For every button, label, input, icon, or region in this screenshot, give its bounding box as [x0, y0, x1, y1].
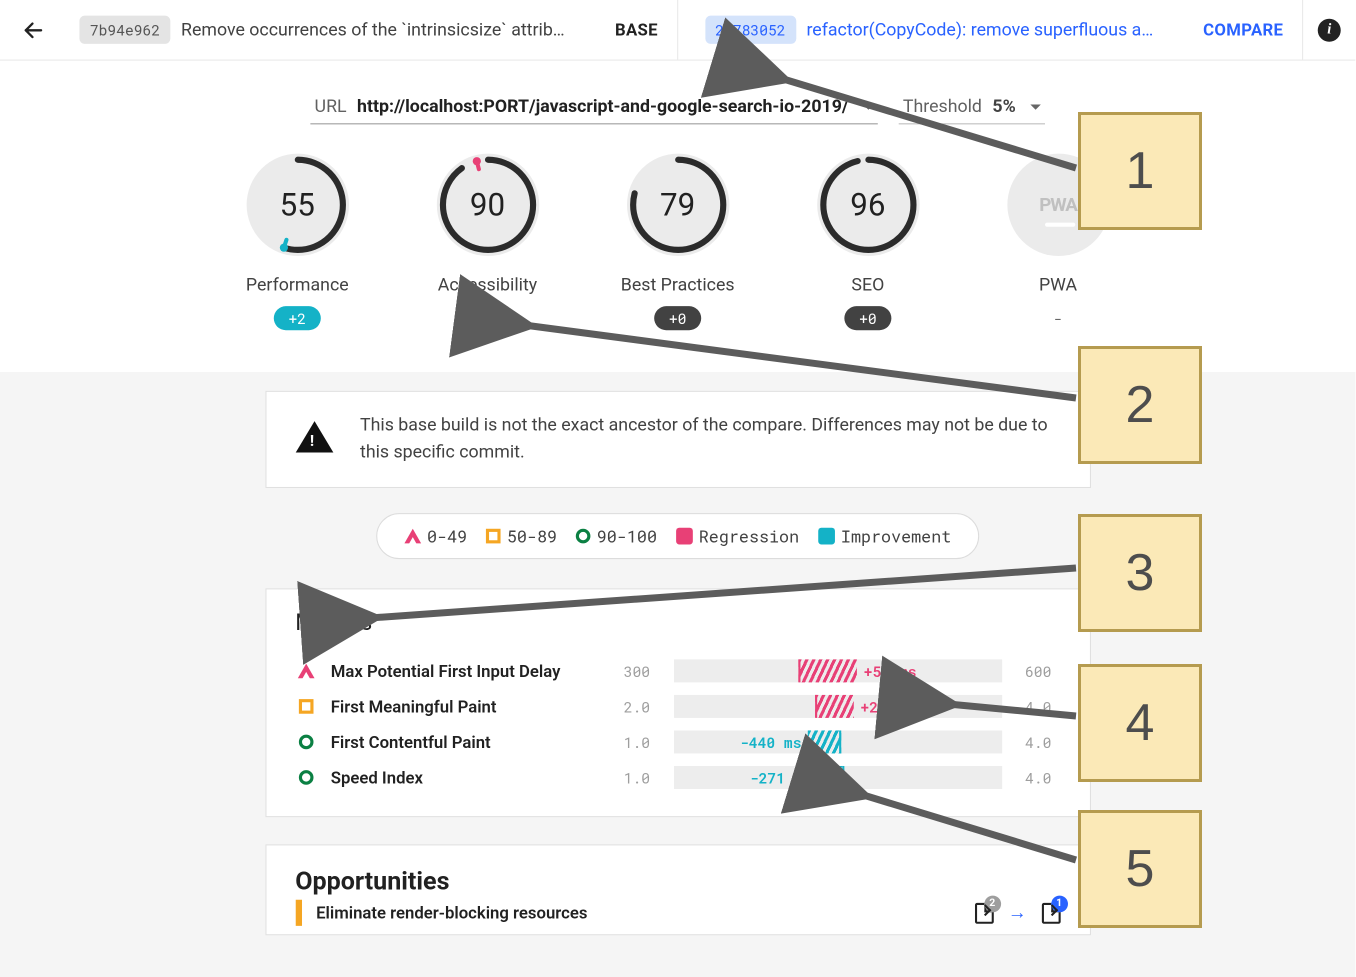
- threshold-selector[interactable]: Threshold 5%: [899, 96, 1045, 124]
- metric-delta: +56 ms: [864, 661, 917, 681]
- threshold-label: Threshold: [903, 96, 982, 117]
- base-commit[interactable]: 7b94e962 Remove occurrences of the `intr…: [52, 0, 677, 60]
- metric-delta: -440 ms: [740, 733, 801, 753]
- metrics-title: Metrics: [295, 610, 1060, 636]
- metric-high: 600: [1016, 661, 1060, 681]
- circle-icon: [298, 735, 313, 750]
- opportunities-card: Opportunities Eliminate render-blocking …: [265, 844, 1091, 935]
- open-report-icon[interactable]: 1: [1041, 902, 1060, 923]
- metric-bar: +209 ms: [674, 695, 1002, 718]
- metric-low: 1.0: [615, 732, 659, 752]
- legend-improvement: Improvement: [841, 525, 951, 547]
- legend-regression: Regression: [699, 525, 799, 547]
- badge-count: 2: [984, 895, 1001, 912]
- gauge-delta: -: [1039, 306, 1077, 330]
- gauge-label: PWA: [1039, 275, 1077, 296]
- base-role: BASE: [615, 20, 658, 40]
- gauge-score: 79: [660, 187, 695, 224]
- triangle-icon: [297, 655, 314, 678]
- threshold-value: 5%: [992, 96, 1015, 117]
- metric-bar: -271 ms: [674, 766, 1002, 789]
- info-icon[interactable]: i: [1318, 18, 1341, 41]
- triangle-icon: [404, 520, 421, 543]
- back-button[interactable]: [15, 11, 53, 49]
- gauge-delta: +0: [844, 306, 891, 330]
- square-icon: [486, 529, 501, 544]
- opportunity-row[interactable]: Eliminate render-blocking resources 2 → …: [295, 896, 1060, 930]
- notice-card: This base build is not the exact ancesto…: [265, 391, 1091, 488]
- base-message: Remove occurrences of the `intrinsicsize…: [181, 19, 605, 40]
- url-value: http://localhost:PORT/javascript-and-goo…: [357, 96, 848, 117]
- circle-icon: [298, 770, 313, 785]
- legend-50-89: 50-89: [507, 525, 557, 547]
- regression-swatch: [676, 528, 693, 545]
- legend-90-100: 90-100: [597, 525, 657, 547]
- arrow-right-icon: →: [1008, 902, 1027, 924]
- gauge-best-practices[interactable]: 79 Best Practices +0: [620, 154, 735, 331]
- metric-name: Speed Index: [331, 768, 601, 788]
- metrics-card: Metrics Max Potential First Input Delay …: [265, 588, 1091, 817]
- legend: 0-49 50-89 90-100 Regression Improvement: [376, 513, 980, 559]
- chevron-down-icon: [1030, 104, 1040, 114]
- gauge-pwa[interactable]: PWA PWA -: [1001, 154, 1116, 331]
- open-report-icon[interactable]: 2: [974, 902, 993, 923]
- gauge-label: SEO: [851, 275, 884, 296]
- opportunities-title: Opportunities: [295, 866, 1060, 895]
- metric-bar: +56 ms: [674, 659, 1002, 682]
- compare-message: refactor(CopyCode): remove superfluous a…: [806, 19, 1192, 40]
- gauge-label: Performance: [246, 275, 349, 296]
- metric-delta: -271 ms: [750, 768, 811, 788]
- metric-delta: +209 ms: [861, 697, 922, 717]
- url-label: URL: [315, 96, 347, 117]
- gauge-score: 90: [470, 187, 505, 224]
- metric-low: 1.0: [615, 768, 659, 788]
- url-selector[interactable]: URL http://localhost:PORT/javascript-and…: [310, 96, 877, 124]
- compare-role: COMPARE: [1203, 20, 1283, 40]
- gauge-delta: -8: [464, 306, 511, 330]
- legend-0-49: 0-49: [427, 525, 467, 547]
- square-icon: [295, 900, 301, 926]
- opportunity-name: Eliminate render-blocking resources: [316, 903, 960, 923]
- base-hash: 7b94e962: [79, 16, 170, 44]
- gauge-score: 55: [280, 187, 315, 224]
- chevron-down-icon: [863, 104, 873, 114]
- gauge-label: Best Practices: [621, 275, 735, 296]
- gauge-accessibility[interactable]: 90 Accessibility -8: [430, 154, 545, 331]
- metric-name: First Meaningful Paint: [331, 696, 601, 716]
- metric-high: 4.0: [1016, 732, 1060, 752]
- metric-row[interactable]: Speed Index 1.0 -271 ms 4.0: [295, 760, 1060, 796]
- pwa-icon: PWA: [1039, 194, 1077, 216]
- notice-text: This base build is not the exact ancesto…: [360, 413, 1060, 466]
- gauge-delta: +2: [274, 306, 321, 330]
- warning-icon: [295, 402, 333, 452]
- metric-low: 300: [615, 661, 659, 681]
- metric-name: First Contentful Paint: [331, 732, 601, 752]
- improvement-swatch: [818, 528, 835, 545]
- metric-row[interactable]: Max Potential First Input Delay 300 +56 …: [295, 653, 1060, 689]
- square-icon: [298, 699, 313, 714]
- circle-icon: [576, 529, 591, 544]
- compare-commit[interactable]: 2f783052 refactor(CopyCode): remove supe…: [678, 0, 1303, 60]
- gauge-label: Accessibility: [438, 275, 537, 296]
- metric-bar: -440 ms: [674, 730, 1002, 753]
- metric-high: 4.0: [1016, 768, 1060, 788]
- gauge-performance[interactable]: 55 Performance +2: [240, 154, 355, 331]
- topbar: 7b94e962 Remove occurrences of the `intr…: [0, 0, 1355, 61]
- metric-row[interactable]: First Meaningful Paint 2.0 +209 ms 4.0: [295, 689, 1060, 725]
- metric-row[interactable]: First Contentful Paint 1.0 -440 ms 4.0: [295, 724, 1060, 760]
- metric-high: 4.0: [1016, 696, 1060, 716]
- metric-name: Max Potential First Input Delay: [331, 661, 601, 681]
- gauge-delta: +0: [654, 306, 701, 330]
- badge-count: 1: [1051, 895, 1068, 912]
- score-gauges: 55 Performance +2 90 Accessibility -8 79 Best P…: [0, 154, 1355, 331]
- gauge-score: 96: [850, 187, 885, 224]
- metric-low: 2.0: [615, 696, 659, 716]
- compare-hash: 2f783052: [705, 16, 796, 44]
- gauge-seo[interactable]: 96 SEO +0: [810, 154, 925, 331]
